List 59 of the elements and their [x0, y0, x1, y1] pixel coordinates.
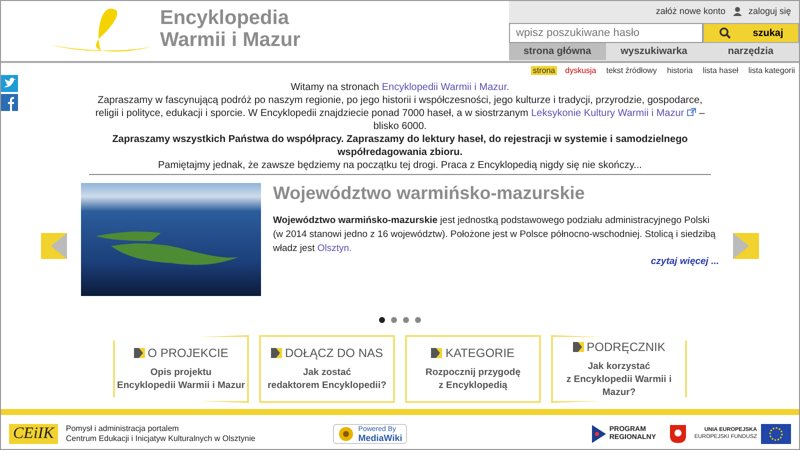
card-description: Jak korzystać: [588, 360, 650, 372]
page-tab[interactable]: lista haseł: [700, 66, 740, 75]
slide-description: Województwo warmińsko-mazurskie jest jednostką podstawowego podziału administracyjnego Polski (w 2014 stanowi jedno z 16 województw). Położone jest w Polsce północno-wschodniej. Stolicą i siedzibą władz jest Olsztyn.: [273, 214, 717, 256]
card-description: Rozpocznij przygodę: [426, 366, 520, 379]
nav-tab[interactable]: strona główna: [509, 43, 606, 60]
slide-dot[interactable]: [379, 317, 385, 323]
card-title: KATEGORIE: [445, 346, 515, 360]
read-more-link[interactable]: czytaj więcej ...: [273, 256, 719, 267]
lexicon-link[interactable]: Leksykonie Kultury Warmii i Mazur: [531, 108, 684, 119]
slide-dot[interactable]: [403, 317, 409, 323]
closing-text: Pamiętajmy jednak, że zawsze będziemy na początku tej drogi. Praca z Encyklopedią nigdy się nie skończy...: [157, 159, 643, 172]
greeting-text: Witamy na stronach Encyklopedii Warmii i Mazur.: [290, 81, 510, 94]
external-link-icon: [687, 108, 696, 116]
ceik-logo[interactable]: CEiIK: [9, 424, 58, 444]
page-tab[interactable]: dyskusja: [563, 66, 598, 75]
intro-paragraph: Zapraszamy w fascynującą podróż po naszym regionie, po jego historii i współczesności, jego kulturze i tradycji, przyrodzie, gospodarce, religii i polityce, edukacji i sporcie. W Encyklopedii znajdziecie ponad 7000 haseł, a w siostrzanym Leksykonie Kultury Warmii i Mazur – blisko 6000.: [94, 94, 706, 133]
slide-dot[interactable]: [415, 317, 421, 323]
nav-tab[interactable]: wyszukiwarka: [606, 43, 702, 60]
page-tab[interactable]: historia: [664, 66, 695, 75]
nav-tab[interactable]: narzędzia: [702, 43, 799, 60]
card-description: z Encyklopedii Warmii i Mazur?: [565, 372, 673, 398]
card-title: DOŁĄCZ DO NAS: [284, 346, 383, 360]
card-description: Jak zostać: [302, 366, 352, 379]
category-card[interactable]: DOŁĄCZ DO NAS Jak zostać redaktorem Encyklopedii?: [259, 335, 395, 403]
encyclopedia-link[interactable]: Encyklopedii Warmii i Mazur.: [382, 82, 510, 93]
card-description: Encyklopedii Warmii i Mazur: [117, 379, 245, 392]
account-link[interactable]: zaloguj się: [748, 6, 791, 16]
program-logo-icon: [592, 425, 606, 443]
page-tab[interactable]: strona: [530, 66, 558, 75]
search-button[interactable]: szukaj: [703, 23, 799, 43]
card-description: Opis projektu: [150, 366, 212, 379]
card-title: PODRĘCZNIK: [586, 340, 666, 354]
user-icon: [733, 6, 742, 16]
arrow-bullet-icon: [134, 348, 145, 358]
card-description: z Encyklopedią: [438, 379, 508, 392]
eu-flag-icon: [761, 424, 791, 444]
bird-icon[interactable]: [1, 75, 18, 92]
invitation-text: Zapraszamy wszystkich Państwa do współpracy. Zapraszamy do lektury haseł, do rejestracji w systemie i samodzielnego współredagowania zbioru.: [111, 133, 689, 159]
arrow-bullet-icon: [572, 342, 584, 352]
arrow-bullet-icon: [431, 348, 442, 358]
sunflower-icon: [338, 426, 354, 442]
category-card[interactable]: KATEGORIE Rozpocznij przygodę z Encyklopedią: [405, 335, 541, 403]
category-card[interactable]: PODRĘCZNIK Jak korzystać z Encyklopedii Warmii i Mazur?: [551, 335, 687, 403]
account-link[interactable]: załóż nowe konto: [656, 6, 726, 16]
facebook-icon[interactable]: [1, 94, 18, 111]
page-tab[interactable]: lista kategorii: [746, 66, 797, 75]
search-field[interactable]: wpisz poszukiwane hasło: [509, 23, 703, 43]
search-icon: [718, 27, 731, 39]
coat-of-arms-icon: [670, 425, 686, 443]
card-title: O PROJEKCIE: [148, 346, 228, 360]
card-description: redaktorem Encyklopedii?: [268, 379, 386, 392]
slide-dot[interactable]: [391, 317, 397, 323]
footer-text: Pomysł i administracja portalem: [66, 424, 180, 434]
page-tab[interactable]: tekst źródłowy: [604, 66, 659, 75]
olsztyn-link[interactable]: Olsztyn.: [317, 243, 352, 254]
category-card[interactable]: O PROJEKCIE Opis projektu Encyklopedii Warmii i Mazur: [113, 335, 249, 403]
badge-text: MediaWiki: [358, 434, 402, 442]
arrow-bullet-icon: [270, 348, 282, 358]
footer-text: Centrum Edukacji i Inicjatyw Kulturalnych w Olsztynie: [66, 434, 256, 444]
